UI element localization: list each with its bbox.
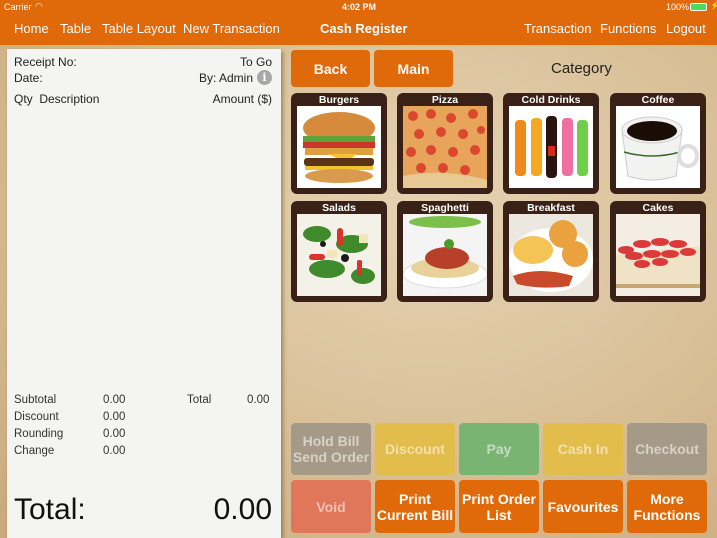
cashier-label: By: Admin <box>198 71 253 85</box>
nav-table[interactable]: Table <box>60 21 91 36</box>
info-icon[interactable]: i <box>257 70 272 86</box>
checkout-label: Checkout <box>635 441 699 457</box>
more-functions-label: More Functions <box>633 490 701 523</box>
top-bar: Carrier ◠ 4:02 PM 100% ⚡ Home Table Tabl… <box>0 0 717 45</box>
category-tile-cold-drinks[interactable]: Cold Drinks <box>503 93 599 194</box>
change-value: 0.00 <box>103 445 126 457</box>
hold-bill-label: Hold Bill Send Order <box>292 433 370 465</box>
tile-label: Cold Drinks <box>521 94 581 106</box>
subtotal-label: Subtotal <box>14 394 57 406</box>
nav-transaction[interactable]: Transaction <box>524 21 591 36</box>
battery-icon <box>690 3 707 11</box>
grand-total-label: Total: <box>14 493 86 526</box>
tile-label: Cakes <box>642 202 674 214</box>
cashier: By: Admin i <box>198 70 272 86</box>
discount-label: Discount <box>385 441 445 457</box>
clock: 4:02 PM <box>342 2 377 12</box>
nav-table-layout[interactable]: Table Layout <box>102 21 176 36</box>
tile-label: Breakfast <box>527 202 575 214</box>
discount-button[interactable]: Discount <box>375 423 455 475</box>
nav-new-transaction[interactable]: New Transaction <box>183 21 280 36</box>
subtotal-value: 0.00 <box>103 394 126 406</box>
battery-percent: 100% <box>666 2 690 12</box>
back-button[interactable]: Back <box>291 50 370 87</box>
cake-image <box>616 214 700 296</box>
grand-total-value: 0.00 <box>213 493 272 526</box>
salad-image <box>297 214 381 296</box>
order-type[interactable]: To Go <box>240 55 272 69</box>
category-tile-cakes[interactable]: Cakes <box>610 201 706 302</box>
receipt-panel: Receipt No: To Go Date: By: Admin i Qty D… <box>7 49 281 538</box>
category-tile-pizza[interactable]: Pizza <box>397 93 493 194</box>
cold-drinks-image <box>509 106 593 188</box>
coffee-image <box>616 106 700 188</box>
receipt-header-row: Receipt No: To Go <box>14 55 272 71</box>
change-label: Change <box>14 445 55 457</box>
description-header: Description <box>39 92 100 106</box>
category-tile-coffee[interactable]: Coffee <box>610 93 706 194</box>
spaghetti-image <box>403 214 487 296</box>
column-qty: Qty Description <box>14 92 99 106</box>
total-small-value: 0.00 <box>247 394 270 406</box>
tile-label: Coffee <box>641 94 675 106</box>
rounding-label: Rounding <box>14 428 64 440</box>
category-title: Category <box>551 60 612 77</box>
void-button[interactable]: Void <box>291 480 371 533</box>
category-tile-burgers[interactable]: Burgers <box>291 93 387 194</box>
cash-in-label: Cash In <box>557 441 609 457</box>
carrier-label: Carrier <box>4 2 32 12</box>
discount-value: 0.00 <box>103 411 126 423</box>
qty-header: Qty <box>14 92 33 106</box>
receipt-no-label: Receipt No: <box>14 55 77 69</box>
charging-icon: ⚡ <box>710 1 717 10</box>
pay-label: Pay <box>486 441 512 457</box>
tile-label: Salads <box>322 202 356 214</box>
pizza-image <box>403 106 487 188</box>
checkout-button[interactable]: Checkout <box>627 423 707 475</box>
print-current-bill-button[interactable]: Print Current Bill <box>375 480 455 533</box>
nav-logout[interactable]: Logout <box>666 21 706 36</box>
print-order-list-label: Print Order List <box>462 490 536 523</box>
tile-label: Burgers <box>318 94 360 106</box>
category-tile-salads[interactable]: Salads <box>291 201 387 302</box>
receipt-date-row: Date: By: Admin i <box>14 70 272 87</box>
pay-button[interactable]: Pay <box>459 423 539 475</box>
cash-in-button[interactable]: Cash In <box>543 423 623 475</box>
receipt-columns: Qty Description Amount ($) <box>14 92 272 108</box>
nav-home[interactable]: Home <box>14 21 49 36</box>
more-functions-button[interactable]: More Functions <box>627 480 707 533</box>
wifi-icon: ◠ <box>35 1 43 11</box>
favourites-button[interactable]: Favourites <box>543 480 623 533</box>
rounding-value: 0.00 <box>103 428 126 440</box>
nav-functions[interactable]: Functions <box>600 21 656 36</box>
tile-label: Spaghetti <box>421 202 469 214</box>
breakfast-image <box>509 214 593 296</box>
burger-image <box>297 106 381 188</box>
tile-label: Pizza <box>431 94 459 106</box>
discount-label: Discount <box>14 411 59 423</box>
print-order-list-button[interactable]: Print Order List <box>459 480 539 533</box>
print-current-bill-label: Print Current Bill <box>376 490 454 523</box>
category-tile-spaghetti[interactable]: Spaghetti <box>397 201 493 302</box>
status-bar: Carrier ◠ 4:02 PM 100% ⚡ <box>0 0 717 14</box>
favourites-label: Favourites <box>547 498 619 515</box>
main-button[interactable]: Main <box>374 50 453 87</box>
void-label: Void <box>316 498 346 515</box>
page-title: Cash Register <box>320 21 408 36</box>
amount-header: Amount ($) <box>212 92 272 106</box>
total-small-label: Total <box>187 394 212 406</box>
hold-bill-send-order-button[interactable]: Hold Bill Send Order <box>291 423 371 475</box>
category-tile-breakfast[interactable]: Breakfast <box>503 201 599 302</box>
date-label: Date: <box>14 71 43 85</box>
